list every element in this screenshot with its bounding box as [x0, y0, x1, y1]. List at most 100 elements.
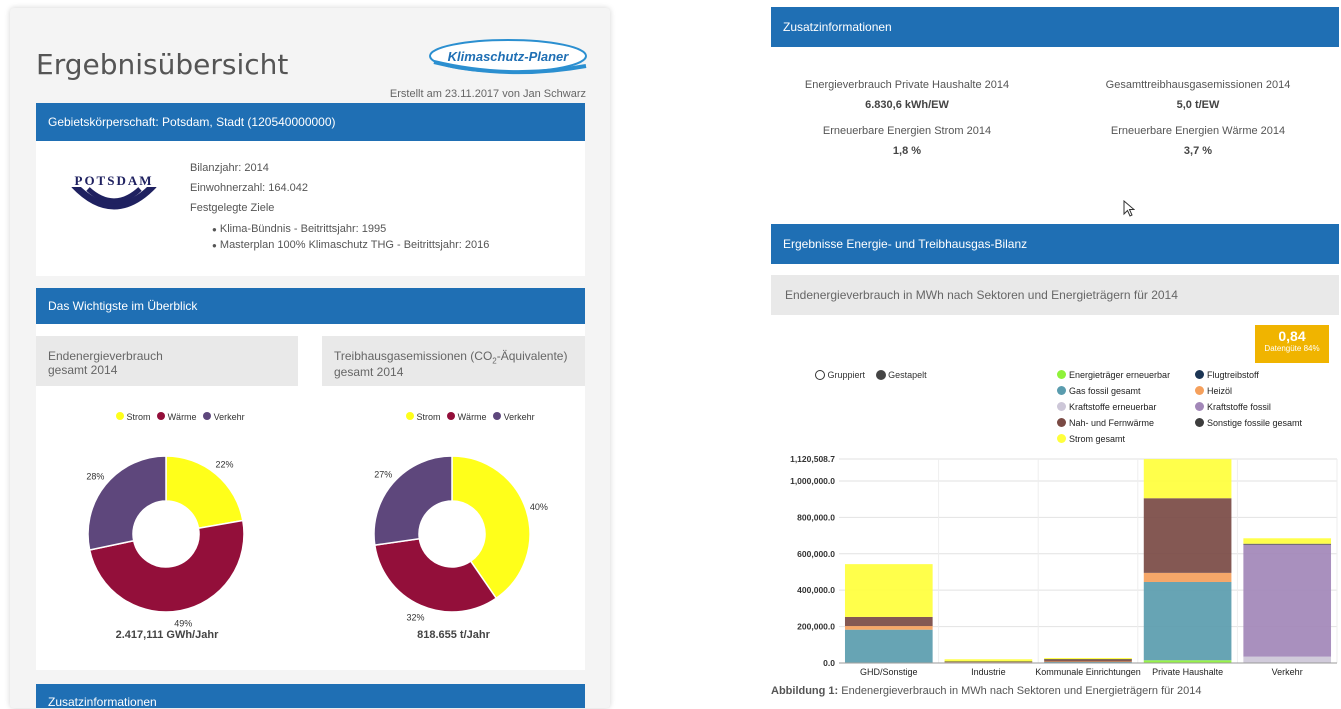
- y-tick-label: 200,000.0: [797, 622, 835, 632]
- donut-value-label: 27%: [374, 469, 392, 479]
- goals-label: Festgelegte Ziele: [190, 202, 275, 214]
- legend-label: Kraftstoffe erneuerbar: [1069, 402, 1157, 412]
- donut-slice-wrme[interactable]: [373, 537, 498, 613]
- stat-value: 6.830,6 kWh/EW: [865, 99, 949, 111]
- legend-item[interactable]: Kraftstoffe erneuerbar: [1057, 402, 1156, 412]
- legend-item[interactable]: Strom: [406, 412, 441, 422]
- bar-segment[interactable]: [1044, 661, 1132, 662]
- bar-segment[interactable]: [944, 659, 1033, 662]
- extra-header-bottom-text: Zusatzinformationen: [48, 695, 157, 708]
- goal-item: ● Masterplan 100% Klimaschutz THG - Beit…: [212, 239, 490, 251]
- legend-item[interactable]: Strom: [116, 412, 151, 422]
- donut-value-label: 49%: [174, 618, 192, 628]
- legend-item[interactable]: Sonstige fossile gesamt: [1195, 418, 1302, 428]
- legend-label: Gas fossil gesamt: [1069, 386, 1141, 396]
- y-tick-label: 1,000,000.0: [790, 476, 835, 486]
- ghg-total: 818.655 t/Jahr: [417, 629, 490, 641]
- legend-label: Energieträger erneuerbar: [1069, 370, 1171, 380]
- figure-caption: Abbildung 1: Endenergieverbrauch in MWh …: [771, 685, 1201, 697]
- city-logo-text: POTSDAM: [75, 173, 154, 188]
- results-header: Ergebnisse Energie- und Treibhausgas-Bil…: [771, 224, 1339, 264]
- stat-value: 5,0 t/EW: [1176, 99, 1220, 111]
- bar-segment[interactable]: [1243, 538, 1332, 544]
- legend-item[interactable]: Gas fossil gesamt: [1057, 386, 1141, 396]
- potsdam-city-logo: POTSDAM: [64, 167, 164, 217]
- overview-header-text: Das Wichtigste im Überblick: [48, 299, 198, 313]
- x-category-label: Industrie: [971, 667, 1006, 677]
- bar-segment[interactable]: [1243, 544, 1332, 657]
- legend-item[interactable]: Wärme: [157, 412, 197, 422]
- stat-item: Gesamttreibhausgasemissionen 2014 5,0 t/…: [1057, 79, 1339, 111]
- results-panel: Zusatzinformationen Energieverbrauch Pri…: [771, 7, 1339, 709]
- legend-swatch: [1057, 386, 1066, 395]
- legend-label: Sonstige fossile gesamt: [1207, 418, 1303, 428]
- ghg-legend: Strom Wärme Verkehr: [406, 412, 535, 422]
- data-quality-label: Datengüte 84%: [1264, 344, 1320, 353]
- stat-item: Energieverbrauch Private Haushalte 2014 …: [771, 79, 1043, 111]
- legend-swatch: [1057, 370, 1066, 379]
- donut-slice-verkehr[interactable]: [87, 455, 167, 551]
- y-tick-label: 800,000.0: [797, 512, 835, 522]
- legend-swatch: [1057, 402, 1066, 411]
- caption-label: Abbildung 1:: [771, 685, 839, 697]
- bar-segment[interactable]: [1243, 656, 1332, 663]
- bar-segment[interactable]: [1143, 581, 1232, 661]
- bar-segment[interactable]: [1044, 659, 1132, 660]
- donut-value-label: 22%: [215, 459, 233, 469]
- stat-value: 1,8 %: [892, 145, 922, 157]
- legend-item[interactable]: Heizöl: [1195, 386, 1232, 396]
- mode-stacked-radio[interactable]: Gestapelt: [875, 370, 927, 380]
- bar-segment[interactable]: [1143, 572, 1232, 582]
- extra-header-bottom: Zusatzinformationen: [36, 684, 585, 708]
- legend-item[interactable]: Nah- und Fernwärme: [1057, 418, 1154, 428]
- legend-label: Kraftstoffe fossil: [1207, 402, 1271, 412]
- bar-segment[interactable]: [844, 616, 933, 627]
- bar-segment[interactable]: [844, 564, 933, 617]
- data-quality-badge: 0,84 Datengüte 84%: [1255, 325, 1329, 363]
- chart-mode-toggle: Gruppiert Gestapelt: [815, 370, 927, 380]
- energy-card-line2: gesamt 2014: [48, 363, 118, 377]
- stat-label: Erneuerbare Energien Wärme 2014: [1110, 125, 1286, 137]
- legend-item[interactable]: Verkehr: [203, 412, 245, 422]
- stat-label: Energieverbrauch Private Haushalte 2014: [804, 79, 1010, 91]
- y-tick-label: 400,000.0: [797, 585, 835, 595]
- stat-item: Erneuerbare Energien Strom 2014 1,8 %: [771, 125, 1043, 157]
- report-summary-panel: Ergebnisübersicht Klimaschutz-Planer Ers…: [10, 8, 610, 708]
- bar-segment[interactable]: [1044, 659, 1132, 662]
- x-category-label: Kommunale Einrichtungen: [1035, 667, 1141, 677]
- bar-segment[interactable]: [944, 661, 1033, 662]
- legend-label: Heizöl: [1207, 386, 1233, 396]
- legend-item[interactable]: Verkehr: [493, 412, 535, 422]
- legend-item[interactable]: Kraftstoffe fossil: [1195, 402, 1271, 412]
- energy-legend: Strom Wärme Verkehr: [116, 412, 245, 422]
- legend-swatch: [1195, 370, 1204, 379]
- stacked-bar-chart: 0.0 200,000.0 400,000.0 600,000.0 800,000.0 1…: [790, 454, 1338, 677]
- bar-segment[interactable]: [1243, 543, 1332, 545]
- bar-chart-legend: Energieträger erneuerbar Flugtreibstoff Ga…: [1057, 370, 1337, 450]
- legend-item[interactable]: Wärme: [447, 412, 487, 422]
- stat-label: Erneuerbare Energien Strom 2014: [822, 125, 992, 137]
- bar-segment[interactable]: [1143, 459, 1232, 499]
- ghg-card-line1: Treibhausgasemissionen (CO2-Äquivalente): [334, 349, 568, 366]
- overview-header: Das Wichtigste im Überblick: [36, 288, 585, 324]
- legend-item[interactable]: Flugtreibstoff: [1195, 370, 1259, 380]
- y-tick-label: 600,000.0: [797, 549, 835, 559]
- bar-segment[interactable]: [1143, 498, 1232, 573]
- mode-grouped-radio[interactable]: Gruppiert: [815, 370, 865, 380]
- region-card: POTSDAM Bilanzjahr: 2014 Einwohnerzahl: …: [36, 141, 585, 276]
- page-title: Ergebnisübersicht: [36, 48, 289, 81]
- x-category-label: GHD/Sonstige: [860, 667, 918, 677]
- legend-item[interactable]: Energieträger erneuerbar: [1057, 370, 1170, 380]
- energy-total: 2.417,111 GWh/Jahr: [115, 629, 219, 641]
- energy-donut-chart: 22% 49% 28%: [86, 455, 245, 628]
- overview-card: Endenergieverbrauch gesamt 2014 Treibhau…: [36, 324, 585, 670]
- bar-segment[interactable]: [1044, 658, 1132, 660]
- bar-segment[interactable]: [844, 626, 933, 630]
- stat-label: Gesamttreibhausgasemissionen 2014: [1105, 79, 1291, 91]
- bar-segment[interactable]: [844, 629, 933, 663]
- caption-text: Endenergieverbrauch in MWh nach Sektoren…: [838, 685, 1202, 697]
- legend-item[interactable]: Strom gesamt: [1057, 434, 1125, 444]
- bar-chart-title: Endenergieverbrauch in MWh nach Sektoren…: [771, 275, 1339, 315]
- ghg-card-line2: gesamt 2014: [334, 365, 404, 380]
- extra-header-text: Zusatzinformationen: [783, 20, 892, 34]
